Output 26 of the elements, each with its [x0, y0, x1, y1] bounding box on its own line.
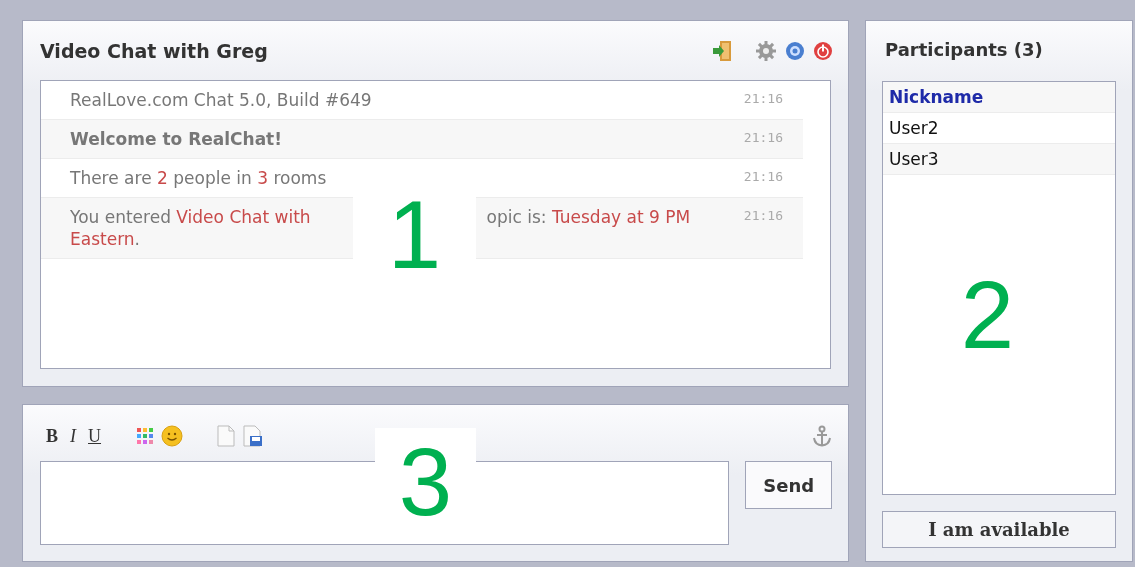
panel-title: Participants (3)	[884, 39, 1044, 62]
format-button[interactable]: B	[44, 425, 60, 447]
settings-icon[interactable]	[755, 39, 777, 62]
save-icon[interactable]	[243, 425, 263, 447]
message-time: 21:16	[743, 168, 783, 184]
participant-row[interactable]: User3	[883, 144, 1115, 175]
format-button[interactable]: I	[68, 425, 78, 447]
power-icon[interactable]	[813, 40, 833, 61]
send-button[interactable]: Send	[745, 461, 832, 509]
chat-message: There are 2 people in 3 rooms	[70, 168, 327, 188]
window-title: Video Chat with Greg	[40, 39, 268, 62]
message-time: 21:16	[743, 90, 783, 106]
chat-message: You entered Video Chat with	[70, 207, 311, 227]
column-header[interactable]: Nickname	[883, 82, 1115, 113]
message-time: 21:16	[743, 207, 783, 223]
chat-message: Eastern.	[70, 229, 140, 249]
exit-door-icon[interactable]	[711, 39, 733, 62]
color-grid-icon[interactable]	[137, 428, 153, 444]
message-time: 21:16	[743, 129, 783, 145]
chat-message: opic is: Tuesday at 9 PM	[486, 207, 691, 227]
smiley-icon[interactable]	[161, 425, 183, 447]
status-button[interactable]: I am available	[882, 511, 1116, 548]
chat-message: Welcome to RealChat!	[70, 129, 282, 149]
chat-message: RealLove.com Chat 5.0, Build #649	[70, 90, 372, 110]
anchor-icon[interactable]	[812, 425, 832, 447]
format-button[interactable]: U	[86, 425, 103, 447]
